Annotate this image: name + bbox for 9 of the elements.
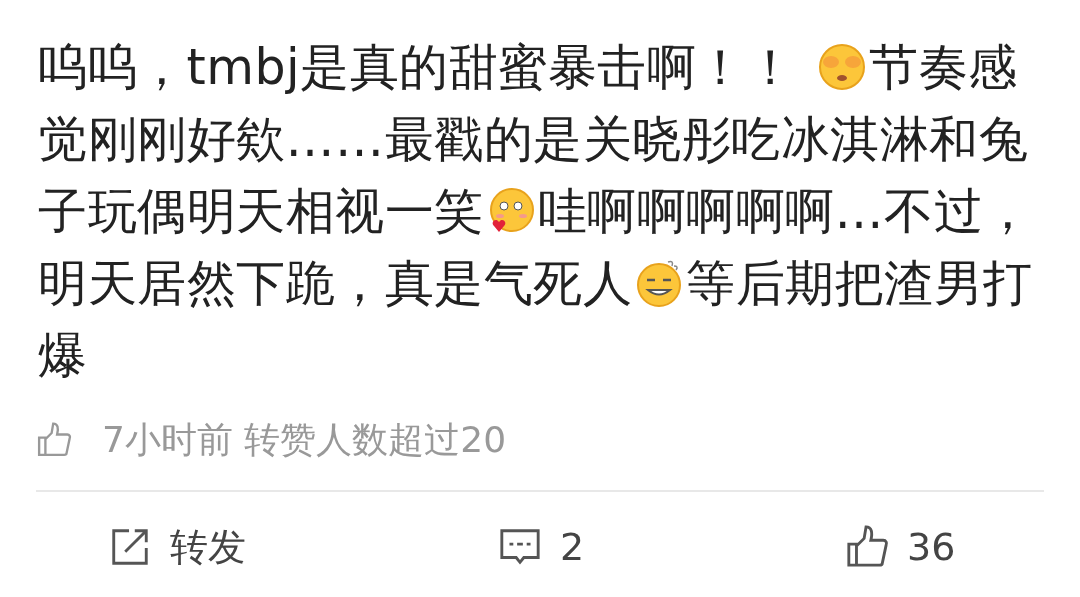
thumbs-up-icon[interactable]: [36, 422, 72, 458]
share-button[interactable]: 转发: [170, 521, 246, 573]
grin-emoji-icon: [634, 258, 684, 308]
comment-text: 呜呜，tmbj是真的甜蜜暴击啊！！ 节奏感觉刚刚好欸……最戳的是关晓彤吃冰淇淋和兔子玩偶明天相视一笑 哇啊啊啊啊啊…不过，明天居然下跪，真是气死人 等后期把渣男打爆: [38, 38, 1034, 386]
comment-button[interactable]: 2: [560, 525, 585, 569]
like-button[interactable]: 36: [907, 525, 956, 569]
comment-time: 7小时前 转赞人数超过20: [102, 417, 507, 462]
thumbs-up-icon[interactable]: [845, 525, 889, 569]
shy-emoji-icon: [817, 42, 868, 92]
